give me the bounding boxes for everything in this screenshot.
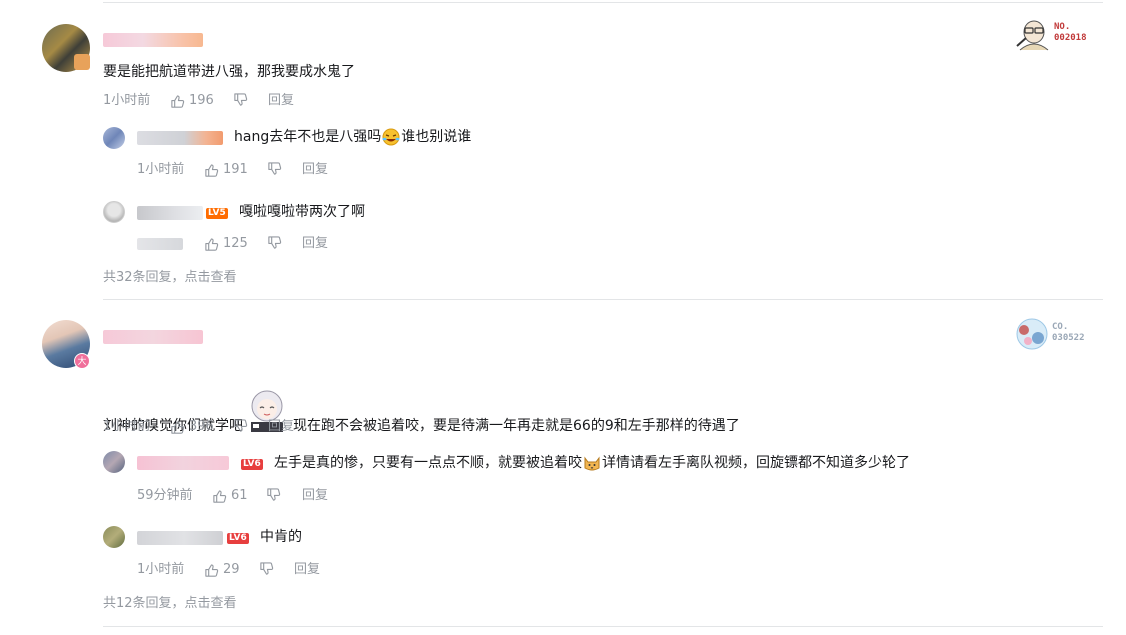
reply-avatar[interactable]: [103, 201, 125, 223]
view-more-replies[interactable]: 共32条回复，点击查看: [103, 266, 237, 285]
divider-top: [103, 2, 1103, 3]
dislike-button[interactable]: [259, 561, 274, 576]
reply-username[interactable]: [137, 131, 223, 145]
reply-button[interactable]: 回复: [302, 235, 328, 253]
comment-text: 要是能把航道带进八强，那我要成水鬼了: [103, 64, 355, 80]
like-count: 61: [231, 488, 248, 503]
reply-actions: 1小时前 29 回复: [137, 561, 437, 579]
username[interactable]: [103, 330, 203, 344]
like-button[interactable]: 196: [170, 92, 214, 110]
like-button[interactable]: 125: [204, 235, 248, 253]
reply-avatar[interactable]: [103, 526, 125, 548]
username[interactable]: [103, 33, 203, 47]
fan-badge-number: 030522: [1052, 333, 1085, 343]
like-button[interactable]: 61: [212, 487, 248, 505]
reply-button[interactable]: 回复: [294, 561, 320, 579]
fan-badge[interactable]: NO. 002018: [1014, 16, 1100, 52]
divider-bottom: [103, 626, 1103, 627]
timestamp: 1小时前: [137, 562, 185, 577]
fan-badge-character-icon: [1016, 20, 1049, 51]
dislike-button[interactable]: [266, 487, 281, 502]
reply-text: 嘎啦嘎啦带两次了啊: [239, 204, 365, 220]
avatar-overlay-pixel: [74, 54, 90, 70]
level-badge: LV6: [227, 533, 249, 544]
fan-badge-number: 002018: [1054, 33, 1087, 43]
fan-badge[interactable]: CO. 030522: [1014, 316, 1100, 352]
reply-username[interactable]: [137, 531, 223, 545]
comment-actions: 1小时前 196 回复: [103, 92, 403, 110]
timestamp: 1小时前: [137, 162, 185, 177]
reply-avatar[interactable]: [103, 127, 125, 149]
reply-button[interactable]: 回复: [302, 487, 328, 505]
thumbs-up-icon: [205, 563, 219, 577]
level-badge: LV5: [206, 208, 228, 219]
like-button[interactable]: 29: [204, 561, 240, 579]
reply-button[interactable]: 回复: [302, 161, 328, 179]
timestamp: 1小时前: [103, 93, 151, 108]
level-badge: LV6: [241, 459, 263, 470]
dislike-button[interactable]: [267, 235, 282, 250]
thumbs-down-icon: [260, 562, 274, 575]
thumbs-up-icon: [213, 489, 227, 503]
thumbs-down-icon: [267, 488, 281, 501]
reply-text: 左手是真的惨，只要有一点点不顺，就要被追着咬 详情请看左手离队视频，回旋镖都不知道…: [274, 455, 910, 471]
thumbs-down-icon: [234, 93, 248, 106]
thumbs-up-icon: [171, 420, 185, 434]
laughing-tears-emoji-icon: [382, 128, 400, 146]
fan-badge-line1: NO.: [1054, 22, 1071, 32]
fan-badge-character-icon: [1016, 318, 1048, 350]
timestamp-blurred: [137, 238, 183, 250]
timestamp: 59分钟前: [137, 488, 193, 503]
thumbs-down-icon: [234, 419, 248, 432]
thumbs-down-icon: [268, 236, 282, 249]
like-count: 191: [223, 162, 248, 177]
timestamp: 1小时前: [103, 419, 151, 434]
thumbs-up-icon: [171, 94, 185, 108]
like-count: 196: [189, 93, 214, 108]
like-button[interactable]: 396: [170, 418, 214, 436]
reply-button[interactable]: 回复: [268, 92, 294, 110]
dislike-button[interactable]: [233, 92, 248, 107]
reply-username[interactable]: [137, 456, 229, 470]
reply-avatar[interactable]: [103, 451, 125, 473]
fan-badge-line1: CO.: [1052, 322, 1069, 332]
view-more-replies[interactable]: 共12条回复，点击查看: [103, 592, 237, 611]
reply-button[interactable]: 回复: [268, 418, 294, 436]
reply-username[interactable]: [137, 206, 203, 220]
like-count: 29: [223, 562, 240, 577]
like-count: 125: [223, 236, 248, 251]
dislike-button[interactable]: [267, 161, 282, 176]
reply-actions: 1小时前 191 回复: [137, 161, 437, 179]
divider: [103, 299, 1103, 300]
thumbs-up-icon: [205, 237, 219, 251]
reply-text: 中肯的: [260, 529, 302, 545]
avatar-tag: 大: [74, 353, 90, 369]
reply-actions: 59分钟前 61 回复: [137, 487, 437, 505]
comment-actions: 1小时前 396 回复: [103, 418, 403, 436]
thumbs-up-icon: [205, 163, 219, 177]
cat-face-emoji-icon: [584, 456, 600, 471]
reply-text: hang去年不也是八强吗 谁也别说谁: [234, 128, 472, 146]
dislike-button[interactable]: [233, 418, 248, 433]
thumbs-down-icon: [268, 162, 282, 175]
like-button[interactable]: 191: [204, 161, 248, 179]
like-count: 396: [189, 419, 214, 434]
reply-actions: 125 回复: [137, 235, 437, 253]
